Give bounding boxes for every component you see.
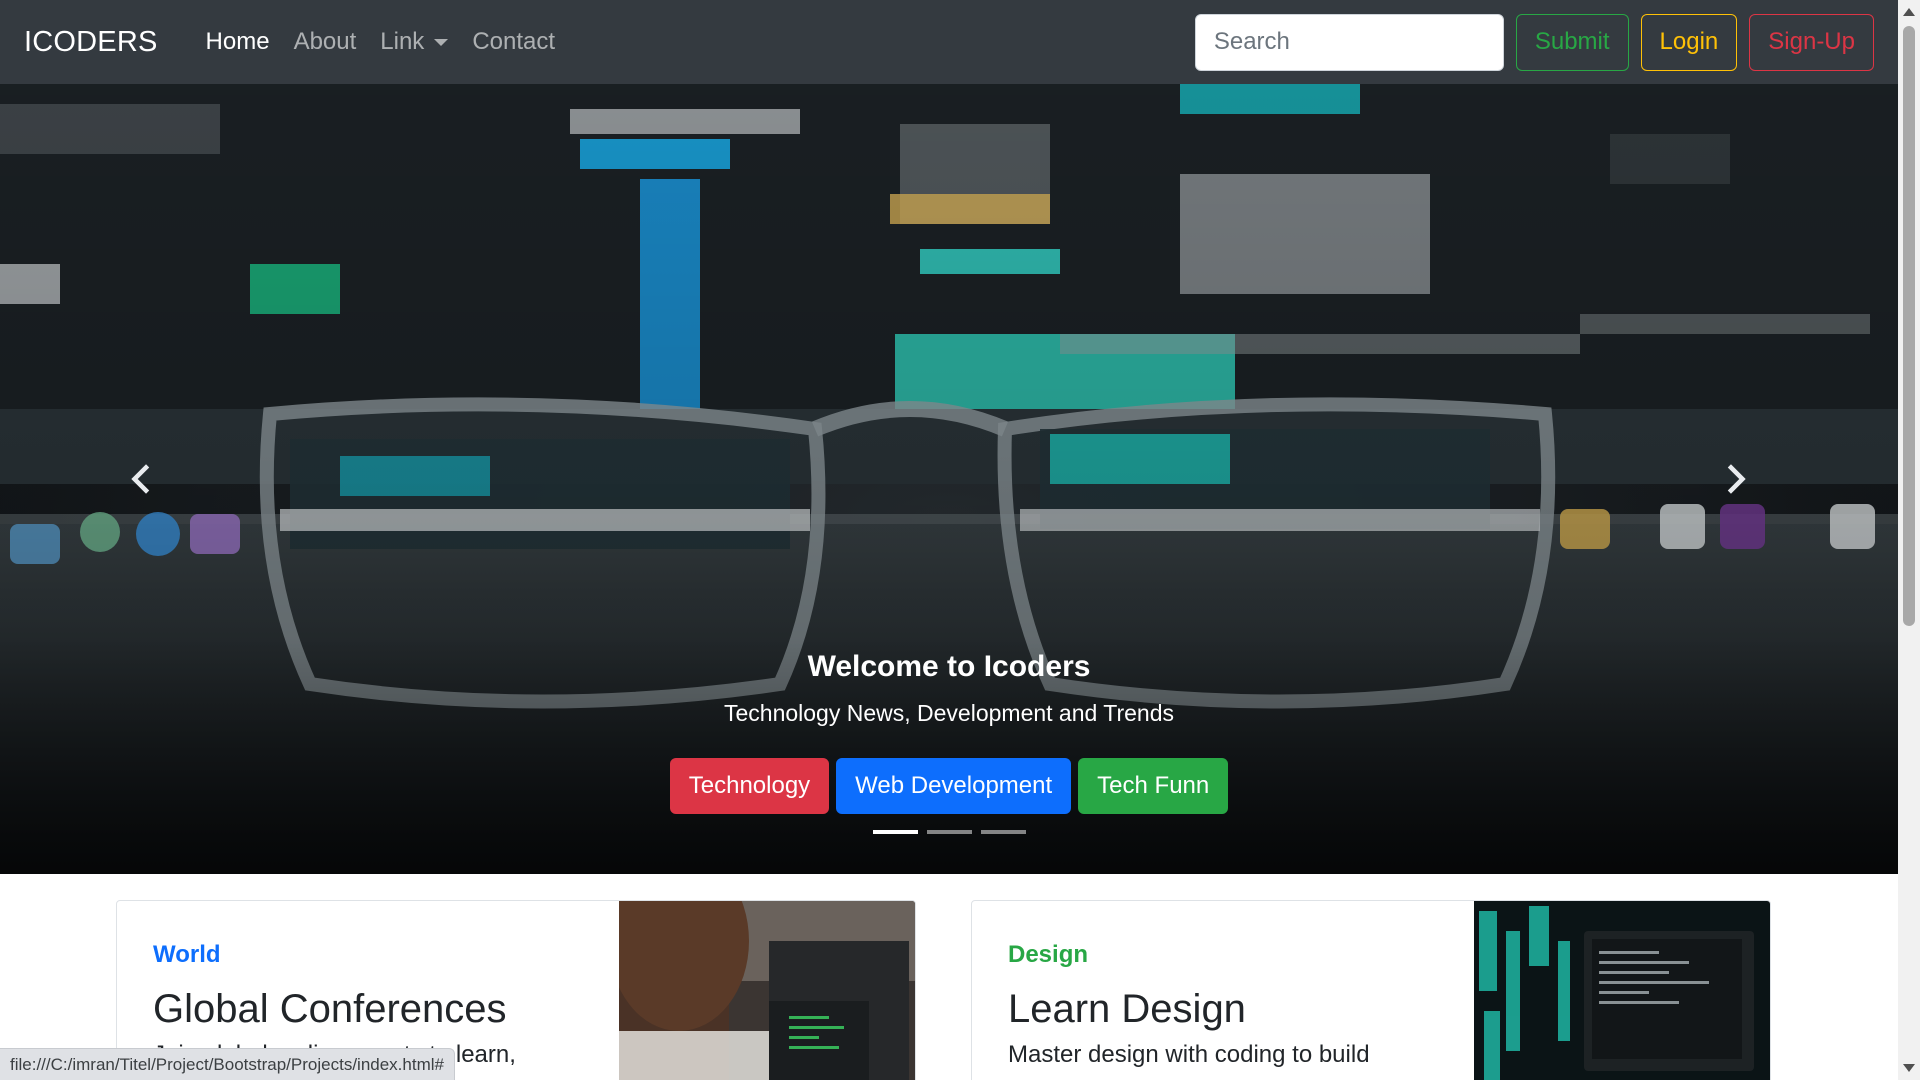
technology-button[interactable]: Technology bbox=[669, 758, 830, 814]
search-input[interactable] bbox=[1194, 13, 1504, 71]
nav-link-dropdown-label: Link bbox=[380, 28, 425, 55]
card-image bbox=[1474, 901, 1770, 1080]
carousel-next-button[interactable] bbox=[1710, 454, 1760, 504]
navbar: ICODERS Home About Link Contact Submit L… bbox=[0, 0, 1898, 84]
scroll-thumb[interactable] bbox=[1903, 26, 1915, 626]
carousel-indicator-3[interactable] bbox=[980, 830, 1026, 834]
chevron-left-icon bbox=[131, 464, 150, 494]
tech-funn-button[interactable]: Tech Funn bbox=[1078, 758, 1229, 814]
carousel-caption-title: Welcome to Icoders bbox=[807, 650, 1091, 683]
submit-button[interactable]: Submit bbox=[1515, 13, 1629, 71]
brand-logo[interactable]: ICODERS bbox=[24, 26, 158, 59]
scroll-down-icon[interactable] bbox=[1903, 1064, 1915, 1072]
card-title: Learn Design bbox=[1008, 987, 1246, 1031]
hero-carousel: Welcome to Icoders Technology News, Deve… bbox=[0, 84, 1898, 874]
chevron-right-icon bbox=[1727, 464, 1746, 494]
caret-down-icon bbox=[434, 38, 449, 46]
card-design: Design Learn Design Master design with c… bbox=[971, 900, 1771, 1080]
card-text: Master design with coding to build bbox=[1008, 1041, 1370, 1068]
nav-search-form: Submit Login Sign-Up bbox=[1194, 13, 1874, 71]
carousel-indicator-2[interactable] bbox=[926, 830, 972, 834]
signup-button[interactable]: Sign-Up bbox=[1749, 13, 1874, 71]
carousel-indicators bbox=[0, 830, 1898, 834]
card-title: Global Conferences bbox=[153, 987, 507, 1031]
web-development-button[interactable]: Web Development bbox=[836, 758, 1072, 814]
nav-links: Home About Link Contact bbox=[194, 28, 568, 56]
card-image bbox=[619, 901, 915, 1080]
browser-status-url: file:///C:/imran/Titel/Project/Bootstrap… bbox=[0, 1048, 455, 1080]
card-category: Design bbox=[1008, 941, 1089, 968]
carousel-prev-button[interactable] bbox=[117, 454, 167, 504]
vertical-scrollbar[interactable] bbox=[1898, 0, 1920, 1080]
carousel-caption-buttons: Technology Web Development Tech Funn bbox=[0, 758, 1898, 814]
login-button[interactable]: Login bbox=[1640, 13, 1738, 71]
hero-slide-image bbox=[0, 84, 1898, 874]
carousel-caption-subtitle: Technology News, Development and Trends bbox=[723, 700, 1175, 726]
nav-link-about[interactable]: About bbox=[282, 28, 369, 56]
nav-link-home[interactable]: Home bbox=[194, 28, 282, 56]
scroll-up-icon[interactable] bbox=[1903, 8, 1915, 16]
card-category: World bbox=[153, 941, 221, 968]
carousel-indicator-1[interactable] bbox=[872, 830, 918, 834]
nav-link-contact[interactable]: Contact bbox=[460, 28, 567, 56]
nav-link-dropdown[interactable]: Link bbox=[368, 28, 460, 56]
